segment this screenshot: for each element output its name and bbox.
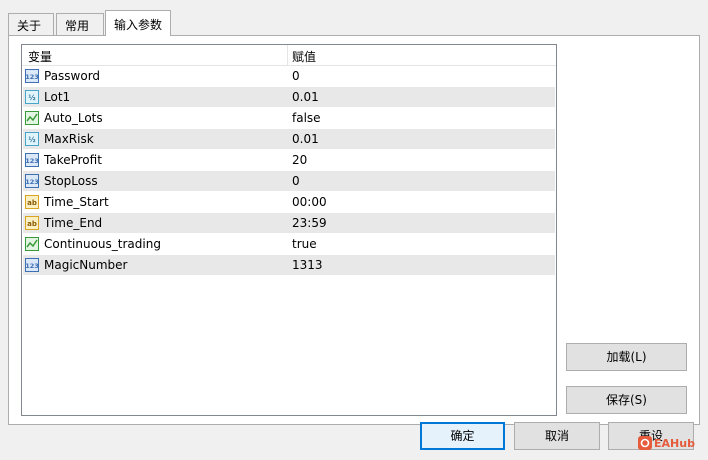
bool-icon — [25, 111, 39, 125]
param-value[interactable]: true — [288, 234, 555, 254]
param-name: Auto_Lots — [44, 111, 103, 125]
param-name-cell: ½ Lot1 — [23, 87, 288, 107]
param-name: StopLoss — [44, 174, 98, 188]
param-name: Time_Start — [44, 195, 109, 209]
param-name: TakeProfit — [44, 153, 102, 167]
table-row[interactable]: 123 StopLoss 0 — [23, 171, 555, 192]
watermark: EAHub — [638, 436, 695, 450]
header-value[interactable]: 赋值 — [288, 45, 556, 66]
table-row[interactable]: ab Time_End 23:59 — [23, 213, 555, 234]
table-row[interactable]: ab Time_Start 00:00 — [23, 192, 555, 213]
ok-button-label: 确定 — [450, 429, 475, 443]
table-row[interactable]: 123 Password 0 — [23, 66, 555, 87]
param-value[interactable]: 20 — [288, 150, 555, 170]
eahub-logo-icon — [638, 436, 652, 450]
param-value[interactable]: 0 — [288, 66, 555, 86]
svg-text:½: ½ — [28, 94, 35, 102]
tab-inputs-label: 输入参数 — [114, 18, 163, 32]
svg-text:½: ½ — [28, 136, 35, 144]
param-value[interactable]: 23:59 — [288, 213, 555, 233]
param-value[interactable]: 0.01 — [288, 129, 555, 149]
integer-icon: 123 — [25, 69, 39, 83]
tab-inputs[interactable]: 输入参数 — [105, 10, 171, 36]
header-value-label: 赋值 — [292, 50, 317, 64]
param-name-cell: ab Time_End — [23, 213, 288, 233]
param-name: Time_End — [44, 216, 103, 230]
cancel-button[interactable]: 取消 — [514, 422, 600, 450]
param-name: Password — [44, 69, 101, 83]
param-value[interactable]: 1313 — [288, 255, 555, 275]
tab-about-label: 关于 — [17, 19, 42, 33]
tab-common-label: 常用 — [65, 19, 90, 33]
ok-button[interactable]: 确定 — [420, 422, 505, 450]
table-row[interactable]: 123 TakeProfit 20 — [23, 150, 555, 171]
double-icon: ½ — [25, 132, 39, 146]
header-variable[interactable]: 变量 — [22, 45, 288, 66]
table-row[interactable]: ½ MaxRisk 0.01 — [23, 129, 555, 150]
string-icon: ab — [25, 195, 39, 209]
integer-icon: 123 — [25, 153, 39, 167]
svg-text:123: 123 — [25, 157, 39, 165]
param-value[interactable]: false — [288, 108, 555, 128]
string-icon: ab — [25, 216, 39, 230]
table-body: 123 Password 0 ½ Lot1 0.01 Auto_Lots false ½ MaxR… — [22, 66, 556, 276]
watermark-text: EAHub — [654, 436, 695, 450]
param-name: MaxRisk — [44, 132, 94, 146]
header-variable-label: 变量 — [28, 50, 53, 64]
table-row[interactable]: Auto_Lots false — [23, 108, 555, 129]
param-name: Lot1 — [44, 90, 71, 104]
param-value[interactable]: 0 — [288, 171, 555, 191]
double-icon: ½ — [25, 90, 39, 104]
tab-common[interactable]: 常用 — [56, 13, 104, 35]
param-name-cell: ab Time_Start — [23, 192, 288, 212]
integer-icon: 123 — [25, 258, 39, 272]
bool-icon — [25, 237, 39, 251]
svg-text:ab: ab — [27, 220, 37, 228]
table-header: 变量 赋值 — [22, 45, 556, 66]
parameters-table: 变量 赋值 123 Password 0 ½ Lot1 0.01 Auto_Lots fals… — [21, 44, 557, 416]
load-button-label: 加载(L) — [606, 350, 647, 364]
table-row[interactable]: ½ Lot1 0.01 — [23, 87, 555, 108]
table-row[interactable]: Continuous_trading true — [23, 234, 555, 255]
integer-icon: 123 — [25, 174, 39, 188]
svg-text:123: 123 — [25, 73, 39, 81]
param-value[interactable]: 0.01 — [288, 87, 555, 107]
param-name-cell: Continuous_trading — [23, 234, 288, 254]
param-value[interactable]: 00:00 — [288, 192, 555, 212]
param-name-cell: Auto_Lots — [23, 108, 288, 128]
param-name-cell: 123 StopLoss — [23, 171, 288, 191]
param-name: Continuous_trading — [44, 237, 161, 251]
param-name-cell: ½ MaxRisk — [23, 129, 288, 149]
cancel-button-label: 取消 — [544, 429, 569, 443]
load-button[interactable]: 加载(L) — [566, 343, 687, 371]
svg-text:ab: ab — [27, 199, 37, 207]
save-button-label: 保存(S) — [606, 393, 647, 407]
svg-text:123: 123 — [25, 262, 39, 270]
svg-text:123: 123 — [25, 178, 39, 186]
param-name-cell: 123 Password — [23, 66, 288, 86]
table-row[interactable]: 123 MagicNumber 1313 — [23, 255, 555, 276]
param-name-cell: 123 MagicNumber — [23, 255, 288, 275]
tab-about[interactable]: 关于 — [8, 13, 54, 35]
save-button[interactable]: 保存(S) — [566, 386, 687, 414]
param-name: MagicNumber — [44, 258, 128, 272]
param-name-cell: 123 TakeProfit — [23, 150, 288, 170]
